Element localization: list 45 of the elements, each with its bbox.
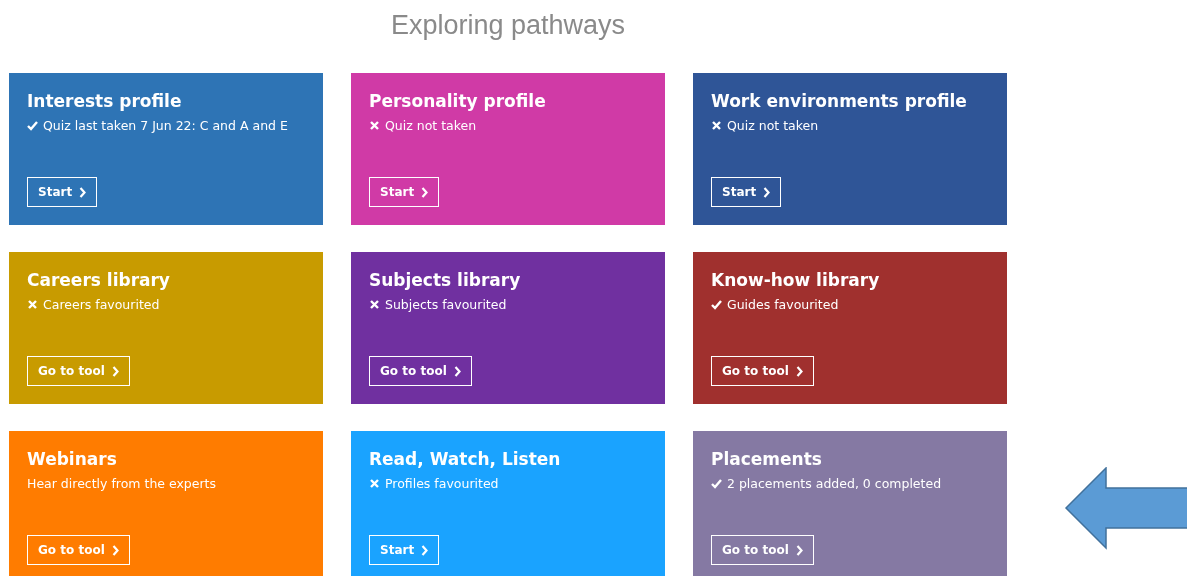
status-text: Hear directly from the experts (27, 476, 217, 491)
check-icon (711, 299, 722, 310)
card-button[interactable]: Start (369, 177, 440, 207)
card-button[interactable]: Go to tool (369, 356, 472, 386)
card-button[interactable]: Start (711, 177, 782, 207)
chevron-icon (79, 186, 87, 198)
card-button[interactable]: Go to tool (27, 356, 130, 386)
cross-icon (27, 299, 38, 310)
card-button[interactable]: Start (27, 177, 98, 207)
card-title: Placements (711, 449, 823, 469)
status-text: Profiles favourited (385, 476, 499, 491)
card-title: Careers library (27, 270, 171, 290)
card-title: Interests profile (27, 91, 183, 111)
card-button[interactable]: Go to tool (27, 535, 130, 565)
chevron-icon (795, 365, 803, 377)
cross-icon (369, 120, 380, 131)
card-button[interactable]: Start (369, 535, 440, 565)
chevron-icon (453, 365, 461, 377)
card-title: Work environments profile (711, 91, 968, 111)
status-text: Guides favourited (727, 297, 839, 312)
cross-icon (369, 478, 380, 489)
status-text: Subjects favourited (385, 297, 507, 312)
cross-icon (711, 120, 722, 131)
card-title: Webinars (27, 449, 118, 469)
cross-icon (369, 299, 380, 310)
chevron-icon (763, 186, 771, 198)
status-text: Quiz not taken (727, 118, 819, 133)
chevron-icon (795, 544, 803, 556)
status-text: Quiz last taken 7 Jun 22: C and A and E (43, 118, 288, 133)
card-button[interactable]: Go to tool (711, 535, 814, 565)
page-title: Exploring pathways (389, 9, 627, 42)
card-button[interactable]: Go to tool (711, 356, 814, 386)
check-icon (711, 478, 722, 489)
chevron-icon (421, 544, 429, 556)
card-title: Know-how library (711, 270, 881, 290)
status-text: Quiz not taken (385, 118, 477, 133)
card-title: Personality profile (369, 91, 547, 111)
chevron-icon (111, 544, 119, 556)
chevron-icon (111, 365, 119, 377)
card-title: Read, Watch, Listen (369, 449, 562, 469)
status-text: 2 placements added, 0 completed (727, 476, 942, 491)
card-title: Subjects library (369, 270, 522, 290)
status-text: Careers favourited (43, 297, 160, 312)
check-icon (27, 120, 38, 131)
chevron-icon (421, 186, 429, 198)
